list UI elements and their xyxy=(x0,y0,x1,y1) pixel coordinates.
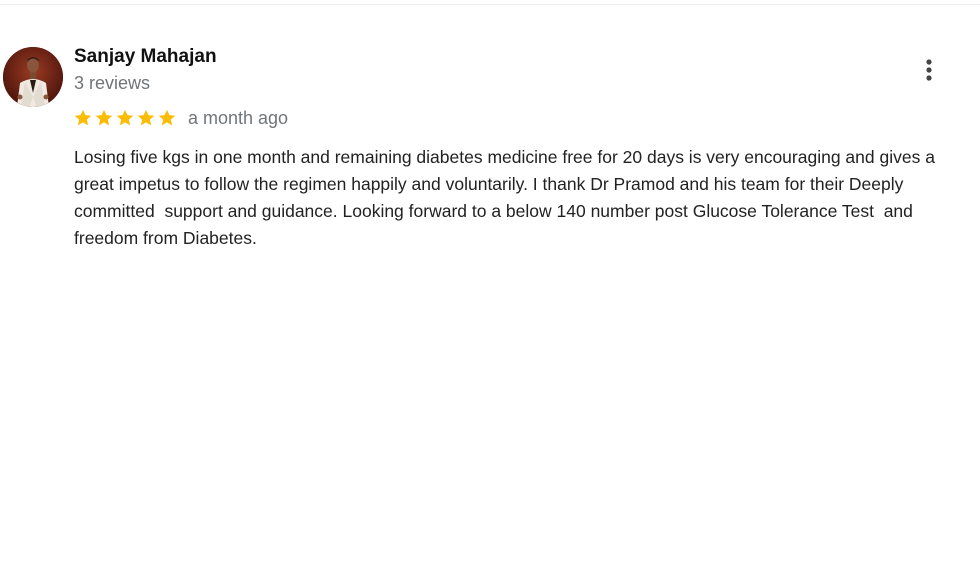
star-icon xyxy=(74,109,92,126)
star-icon xyxy=(95,109,113,126)
star-icon xyxy=(137,109,155,126)
star-icon xyxy=(116,109,134,126)
review-date: a month ago xyxy=(188,108,289,128)
star-icon xyxy=(158,109,176,126)
avatar[interactable] xyxy=(3,47,63,107)
avatar-photo xyxy=(3,47,63,107)
review-text: Losing five kgs in one month and remaini… xyxy=(74,147,940,248)
more-vert-icon xyxy=(926,59,932,81)
review-count[interactable]: 3 reviews xyxy=(74,73,150,94)
review-card: Sanjay Mahajan 3 reviews a month ago Los… xyxy=(0,0,980,585)
star-rating xyxy=(73,106,178,130)
more-options-button[interactable] xyxy=(914,55,944,85)
reviewer-name[interactable]: Sanjay Mahajan xyxy=(74,46,217,68)
